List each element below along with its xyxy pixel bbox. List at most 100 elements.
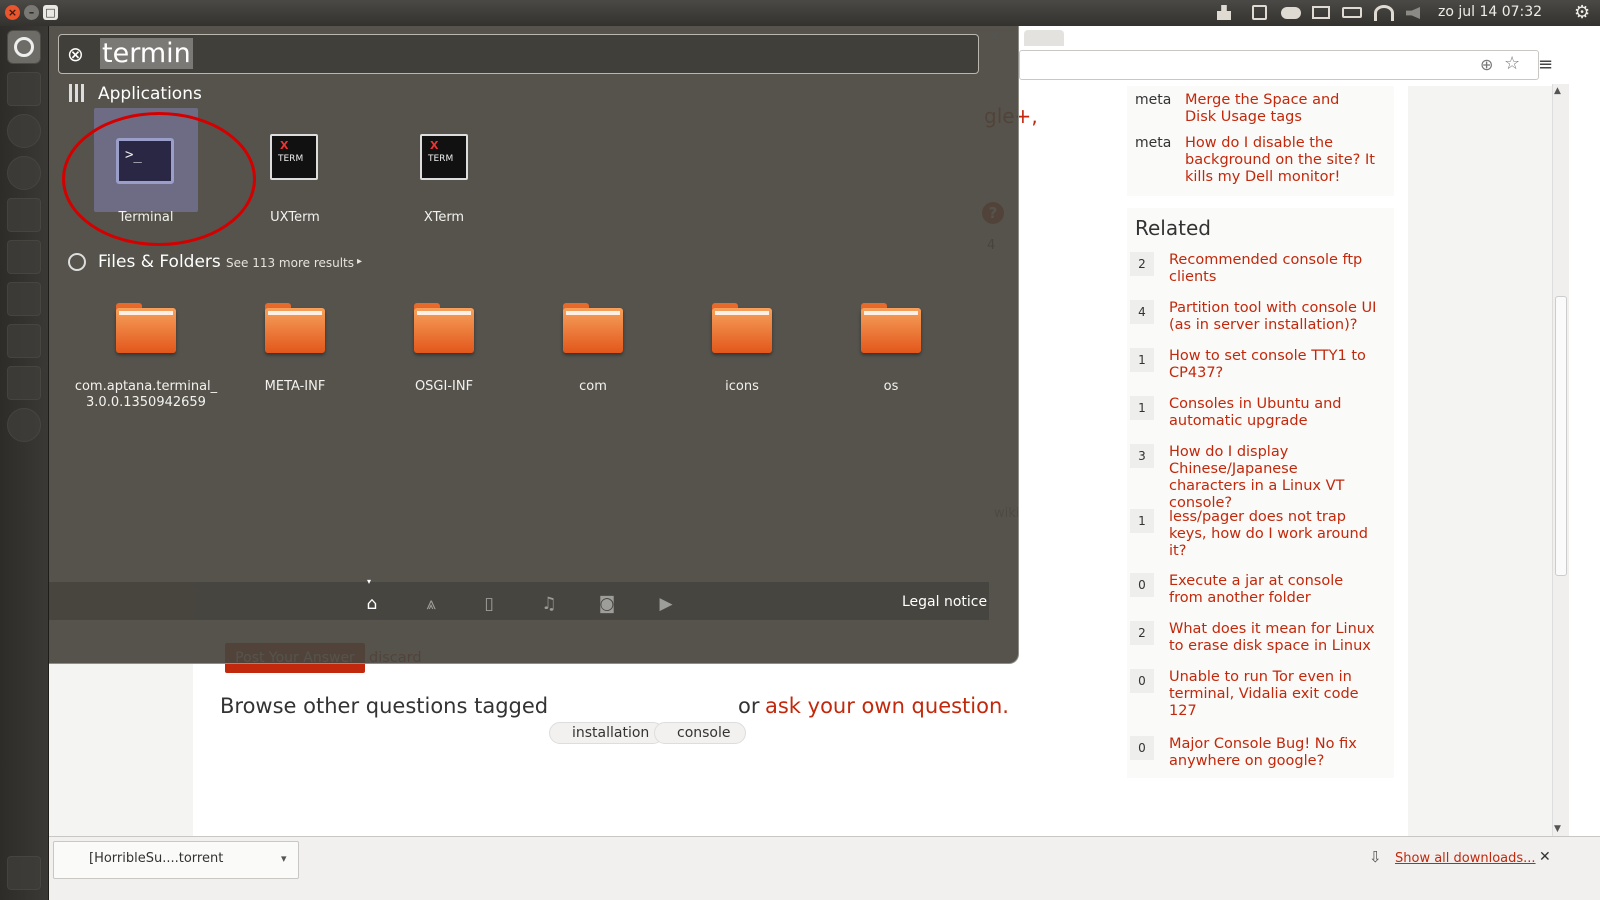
download-filename[interactable]: [HorribleSu....torrent xyxy=(89,851,223,866)
folder-result[interactable]: OSGI-INF xyxy=(369,303,519,395)
related-heading: Related xyxy=(1135,216,1211,240)
battery-icon[interactable] xyxy=(1342,7,1362,18)
dash-close-icon[interactable]: × xyxy=(990,29,1000,43)
related-count: 1 xyxy=(1130,396,1154,420)
browse-or: or xyxy=(738,694,760,718)
ubuntu-one-icon[interactable] xyxy=(7,408,41,442)
wifi-icon[interactable] xyxy=(1374,5,1394,21)
volume-icon[interactable] xyxy=(1406,7,1420,19)
folder-result[interactable]: com.aptana.terminal_ 3.0.0.1350942659 xyxy=(71,303,221,411)
related-count: 1 xyxy=(1130,509,1154,533)
usb-icon[interactable] xyxy=(1217,5,1231,20)
trash-icon[interactable] xyxy=(7,856,41,890)
folder-result[interactable]: com xyxy=(518,303,668,395)
related-link[interactable]: Major Console Bug! No fix anywhere on go… xyxy=(1169,736,1379,770)
related-count: 0 xyxy=(1130,669,1154,693)
firefox-launcher-icon[interactable] xyxy=(7,156,41,190)
clear-search-icon[interactable]: ⊗ xyxy=(67,42,84,66)
related-link[interactable]: How to set console TTY1 to CP437? xyxy=(1169,348,1379,382)
video-lens-icon[interactable]: ▶ xyxy=(655,594,677,614)
uxterm-app-label[interactable]: UXTerm xyxy=(245,210,345,225)
related-link[interactable]: less/pager does not trap keys, how do I … xyxy=(1169,509,1379,560)
meta-tag: meta xyxy=(1135,135,1172,151)
uxterm-icon[interactable]: X TERM xyxy=(270,134,318,180)
tag-installation[interactable]: installation xyxy=(549,722,665,744)
scroll-up-arrow[interactable]: ▲ xyxy=(1554,86,1561,96)
indicator-icon[interactable] xyxy=(1252,5,1267,20)
music-lens-icon[interactable]: ♫ xyxy=(538,594,560,614)
folder-icon xyxy=(712,303,772,353)
related-count: 0 xyxy=(1130,736,1154,760)
dash-search-field[interactable] xyxy=(58,34,979,74)
xterm-icon[interactable]: X TERM xyxy=(420,134,468,180)
related-link[interactable]: Partition tool with console UI (as in se… xyxy=(1169,300,1379,334)
home-lens-icon[interactable]: ⌂ xyxy=(361,594,383,614)
folder-icon xyxy=(861,303,921,353)
related-count: 2 xyxy=(1130,252,1154,276)
folder-result[interactable]: os xyxy=(816,303,966,395)
related-count: 4 xyxy=(1130,300,1154,324)
files-launcher-icon[interactable] xyxy=(7,72,41,106)
text-editor-icon[interactable] xyxy=(7,282,41,316)
more-results-arrow-icon[interactable]: ▸ xyxy=(357,256,362,267)
terminal-launcher-icon[interactable] xyxy=(7,366,41,400)
folder-label[interactable]: META-INF xyxy=(220,379,370,395)
xterm-app-label[interactable]: XTerm xyxy=(394,210,494,225)
mail-icon[interactable] xyxy=(1312,6,1330,19)
applications-icon xyxy=(69,84,85,102)
browser-tab[interactable] xyxy=(1024,30,1064,46)
active-lens-indicator: ▾ xyxy=(367,577,372,586)
folder-label[interactable]: OSGI-INF xyxy=(369,379,519,395)
related-link[interactable]: Execute a jar at console from another fo… xyxy=(1169,573,1379,607)
office-launcher-icon[interactable] xyxy=(7,198,41,232)
launcher xyxy=(0,26,49,900)
software-center-icon[interactable] xyxy=(7,240,41,274)
meta-link[interactable]: How do I disable the background on the s… xyxy=(1185,135,1375,186)
files-lens-icon[interactable]: ▯ xyxy=(478,594,500,614)
folder-icon xyxy=(414,303,474,353)
installer-launcher-icon[interactable] xyxy=(7,324,41,358)
settings-gear-icon[interactable]: ⚙ xyxy=(1574,2,1590,23)
clock[interactable]: zo jul 14 07:32 xyxy=(1438,4,1542,20)
folder-result[interactable]: icons xyxy=(667,303,817,395)
related-link[interactable]: Recommended console ftp clients xyxy=(1169,252,1379,286)
folder-result[interactable]: META-INF xyxy=(220,303,370,395)
folder-icon xyxy=(563,303,623,353)
more-results-link[interactable]: See 113 more results xyxy=(226,256,354,270)
legal-notice-link[interactable]: Legal notice xyxy=(902,594,987,610)
dash-search-input[interactable]: termin xyxy=(100,38,193,69)
cloud-icon[interactable] xyxy=(1281,7,1301,19)
meta-link[interactable]: Merge the Space and Disk Usage tags xyxy=(1185,92,1375,126)
dash-home-icon[interactable] xyxy=(7,30,41,64)
related-link[interactable]: Unable to run Tor even in terminal, Vida… xyxy=(1169,669,1379,720)
related-count: 1 xyxy=(1130,348,1154,372)
chromium-launcher-icon[interactable] xyxy=(7,114,41,148)
related-link[interactable]: How do I display Chinese/Japanese charac… xyxy=(1169,444,1379,512)
folder-label[interactable]: com.aptana.terminal_ 3.0.0.1350942659 xyxy=(71,379,221,411)
window-minimize-button[interactable]: – xyxy=(24,5,39,20)
show-all-downloads-link[interactable]: Show all downloads... xyxy=(1395,851,1536,866)
photos-lens-icon[interactable]: ◙ xyxy=(596,594,618,614)
applications-lens-icon[interactable]: ⩓ xyxy=(420,594,442,614)
browser-menu-icon[interactable]: ≡ xyxy=(1538,54,1553,75)
folder-label[interactable]: os xyxy=(816,379,966,395)
scroll-down-arrow[interactable]: ▼ xyxy=(1554,824,1561,834)
download-bar-close-icon[interactable]: ✕ xyxy=(1539,849,1551,865)
meta-tag: meta xyxy=(1135,92,1172,108)
folder-label[interactable]: icons xyxy=(667,379,817,395)
folder-label[interactable]: com xyxy=(518,379,668,395)
tag-console[interactable]: console xyxy=(654,722,746,744)
related-link[interactable]: What does it mean for Linux to erase dis… xyxy=(1169,621,1379,655)
window-restore-button[interactable]: □ xyxy=(43,5,58,20)
related-link[interactable]: Consoles in Ubuntu and automatic upgrade xyxy=(1169,396,1379,430)
ask-question-link[interactable]: ask your own question. xyxy=(765,694,1009,718)
bookmark-star-icon[interactable]: ☆ xyxy=(1504,53,1520,74)
scroll-thumb[interactable] xyxy=(1555,296,1567,576)
zoom-icon[interactable]: ⊕ xyxy=(1480,55,1493,74)
top-panel: × – □ zo jul 14 07:32 ⚙ xyxy=(0,0,1600,26)
download-dropdown-icon[interactable]: ▾ xyxy=(281,852,287,865)
window-close-button[interactable]: × xyxy=(5,5,20,20)
lens-bar xyxy=(49,582,989,620)
related-count: 2 xyxy=(1130,621,1154,645)
url-bar[interactable] xyxy=(1019,50,1539,80)
